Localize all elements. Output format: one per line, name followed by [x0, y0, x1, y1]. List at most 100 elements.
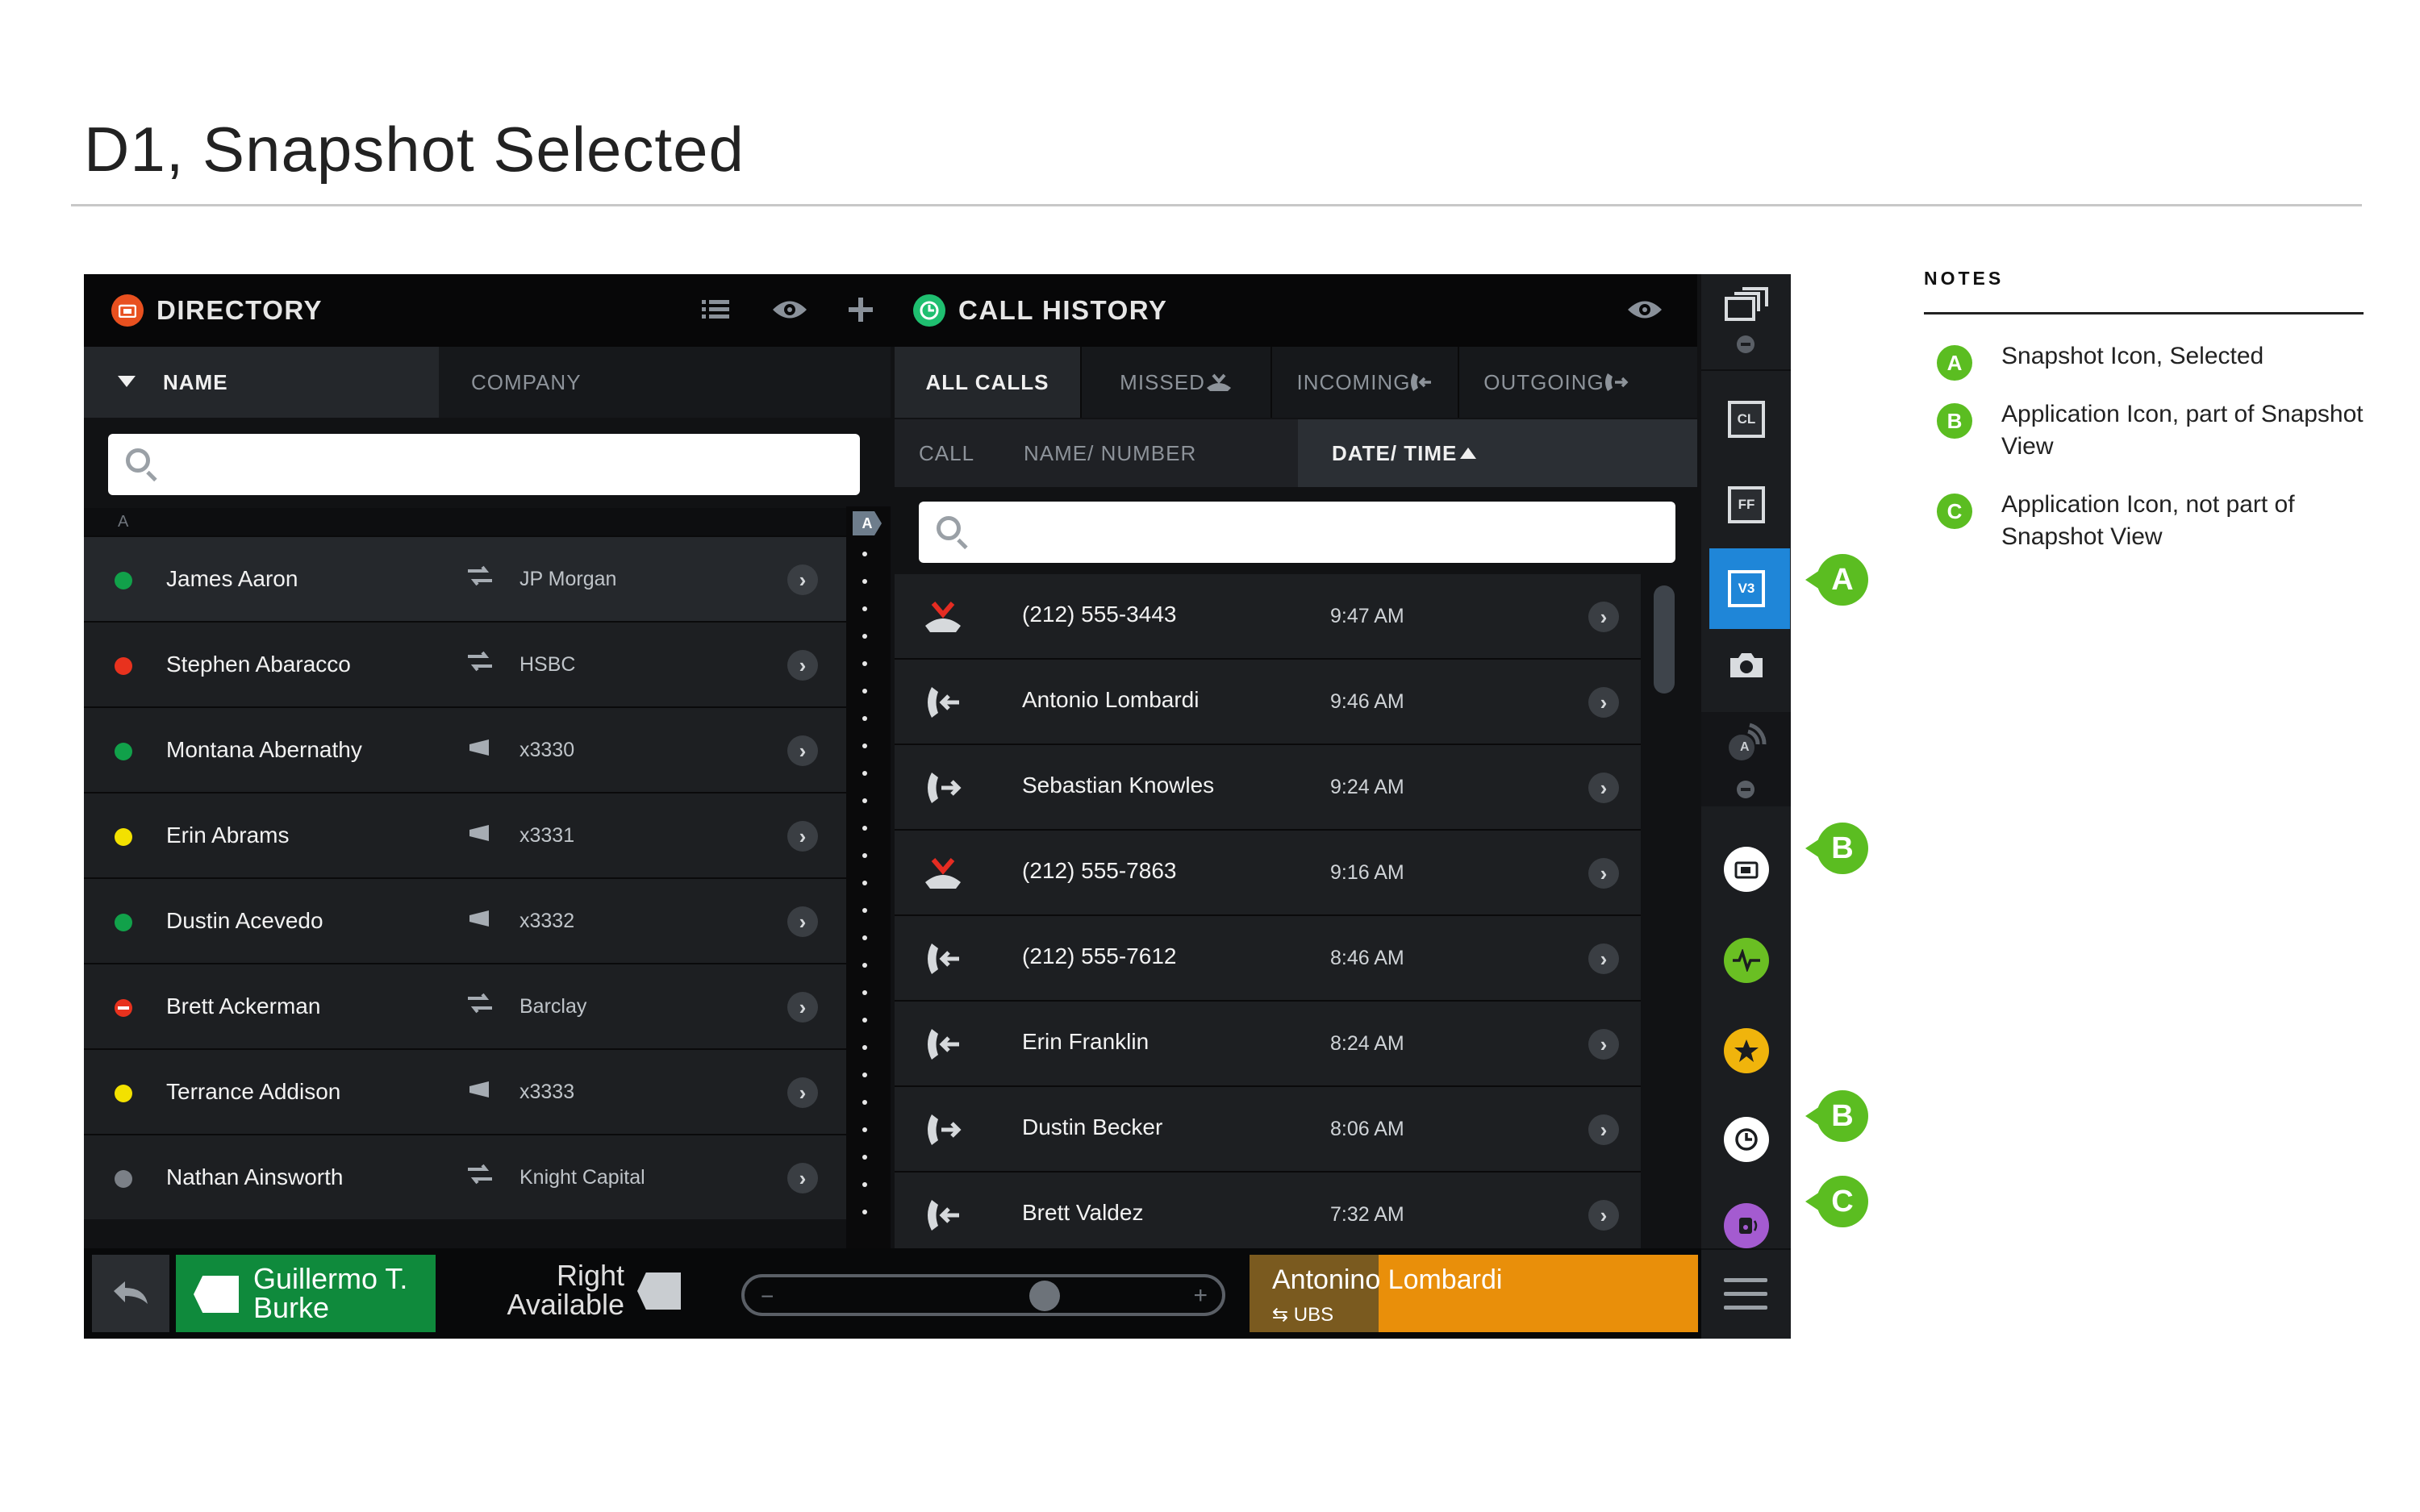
alphabet-scrubber[interactable]: A	[846, 506, 891, 1248]
camera-icon[interactable]	[1709, 641, 1784, 689]
call-party: Erin Franklin	[1022, 1029, 1150, 1054]
chevron-right-icon[interactable]: ›	[1588, 1114, 1619, 1145]
list-view-icon[interactable]	[702, 294, 729, 330]
incoming-call-icon	[922, 684, 964, 721]
annotation-marker-b: B	[1805, 1090, 1868, 1142]
chevron-right-icon[interactable]: ›	[1588, 1200, 1619, 1231]
slider-plus[interactable]: +	[1193, 1282, 1208, 1310]
directory-search-box[interactable]	[108, 434, 860, 495]
chevron-right-icon[interactable]: ›	[787, 1163, 818, 1193]
missed-call-icon	[922, 598, 964, 635]
chevron-right-icon[interactable]: ›	[787, 564, 818, 595]
tab-outgoing[interactable]: OUTGOING	[1459, 347, 1653, 418]
call-history-app-button[interactable]	[1709, 1113, 1784, 1166]
chevron-right-icon[interactable]: ›	[1588, 687, 1619, 718]
alphabet-dot	[862, 1018, 867, 1023]
column-call[interactable]: CALL	[919, 419, 974, 487]
list-item[interactable]: Montana Abernathy x3330 ›	[84, 706, 846, 792]
search-icon	[126, 448, 150, 473]
chevron-right-icon[interactable]: ›	[1588, 1029, 1619, 1060]
table-row[interactable]: (212) 555-7863 9:16 AM ›	[895, 831, 1641, 916]
column-date-time[interactable]: DATE/ TIME	[1298, 419, 1697, 487]
snapshot-v3-button[interactable]: V3	[1709, 556, 1784, 621]
table-row[interactable]: Brett Valdez 7:32 AM ›	[895, 1173, 1641, 1248]
snapshot-ff-button[interactable]: FF	[1709, 473, 1784, 537]
directory-app-icon	[111, 294, 144, 327]
pulse-icon	[1724, 938, 1769, 983]
trade-icon	[468, 565, 492, 593]
list-item[interactable]: Stephen Abaracco HSBC ›	[84, 621, 846, 706]
call-history-search-box[interactable]	[919, 502, 1675, 563]
status-away-icon	[115, 828, 132, 846]
remove-icon[interactable]	[1737, 335, 1754, 353]
list-item[interactable]: Brett Ackerman Barclay ›	[84, 963, 846, 1048]
outgoing-call-icon	[922, 1111, 964, 1148]
snapshot-cl-button[interactable]: CL	[1709, 387, 1784, 452]
table-row[interactable]: Antonio Lombardi 9:46 AM ›	[895, 660, 1641, 745]
list-item[interactable]: Dustin Acevedo x3332 ›	[84, 877, 846, 963]
volume-slider[interactable]: − +	[741, 1274, 1225, 1316]
back-button[interactable]	[92, 1255, 169, 1332]
table-row[interactable]: Dustin Becker 8:06 AM ›	[895, 1087, 1641, 1173]
speaker-icon	[1724, 1203, 1769, 1248]
eye-icon[interactable]	[1626, 294, 1663, 330]
chevron-right-icon[interactable]: ›	[787, 735, 818, 766]
alphabet-dot	[862, 606, 867, 611]
eye-icon[interactable]	[771, 294, 808, 330]
chevron-right-icon[interactable]: ›	[1588, 602, 1619, 632]
trading-app-window: DIRECTORY CALL HISTORY NAME COMPANY A Ja…	[84, 274, 1791, 1339]
table-row[interactable]: (212) 555-7612 8:46 AM ›	[895, 916, 1641, 1002]
table-row[interactable]: Sebastian Knowles 9:24 AM ›	[895, 745, 1641, 831]
chevron-right-icon[interactable]: ›	[1588, 943, 1619, 974]
snapshot-stack-icon[interactable]	[1709, 281, 1784, 329]
tab-all-calls[interactable]: ALL CALLS	[895, 347, 1082, 418]
contact-extension: x3330	[519, 738, 575, 761]
remove-icon[interactable]	[1737, 781, 1754, 798]
right-line-availability: Available	[507, 1288, 624, 1321]
alphabet-dot	[862, 716, 867, 721]
missed-call-icon	[922, 855, 964, 892]
add-contact-icon[interactable]	[849, 294, 873, 330]
directory-search-input[interactable]	[165, 434, 844, 495]
directory-header: DIRECTORY	[84, 274, 891, 347]
table-row[interactable]: (212) 555-3443 9:47 AM ›	[895, 574, 1641, 660]
held-call-card[interactable]: Antonino Lombardi ⇆ UBS	[1250, 1255, 1698, 1332]
chevron-right-icon[interactable]: ›	[787, 821, 818, 852]
incoming-call-icon	[1411, 373, 1432, 391]
list-item[interactable]: Erin Abrams x3331 ›	[84, 792, 846, 877]
directory-list: James Aaron JP Morgan › Stephen Abaracco…	[84, 535, 846, 1219]
notes-panel: NOTES A Snapshot Icon, Selected B Applic…	[1924, 268, 2364, 553]
alphabet-dot	[862, 963, 867, 968]
directory-app-button[interactable]	[1709, 843, 1784, 896]
chevron-right-icon[interactable]: ›	[1588, 858, 1619, 889]
tab-name[interactable]: NAME	[84, 347, 439, 418]
active-call-line2: Burke	[253, 1291, 330, 1324]
tab-incoming[interactable]: INCOMING	[1272, 347, 1459, 418]
call-history-app-icon	[913, 294, 945, 327]
call-history-search-area	[895, 487, 1697, 573]
call-history-search-input[interactable]	[975, 502, 1659, 563]
chevron-right-icon[interactable]: ›	[787, 650, 818, 681]
table-row[interactable]: Erin Franklin 8:24 AM ›	[895, 1002, 1641, 1087]
voice-app-button[interactable]	[1709, 1199, 1784, 1252]
right-line-tag-icon[interactable]	[637, 1272, 681, 1310]
chevron-right-icon[interactable]: ›	[787, 1077, 818, 1108]
call-history-scrollbar[interactable]	[1654, 585, 1675, 694]
column-name-number[interactable]: NAME/ NUMBER	[1024, 419, 1196, 487]
chevron-right-icon[interactable]: ›	[1588, 773, 1619, 803]
slider-knob[interactable]	[1029, 1281, 1061, 1311]
chevron-right-icon[interactable]: ›	[787, 992, 818, 1023]
note-c: C Application Icon, not part of Snapshot…	[1924, 489, 2364, 553]
list-item[interactable]: Terrance Addison x3333 ›	[84, 1048, 846, 1134]
list-item[interactable]: Nathan Ainsworth Knight Capital ›	[84, 1134, 846, 1219]
activity-app-button[interactable]	[1709, 934, 1784, 987]
list-item[interactable]: James Aaron JP Morgan ›	[84, 535, 846, 621]
app-launcher-rail: CL FF V3 A	[1701, 274, 1791, 1339]
slider-minus[interactable]: −	[761, 1284, 774, 1310]
hamburger-menu-icon[interactable]	[1724, 1278, 1767, 1319]
tab-missed[interactable]: MISSED	[1082, 347, 1272, 418]
tab-company[interactable]: COMPANY	[440, 347, 891, 418]
chevron-right-icon[interactable]: ›	[787, 906, 818, 937]
active-call-card[interactable]: Guillermo T. Burke	[176, 1255, 436, 1332]
favorites-app-button[interactable]	[1709, 1024, 1784, 1077]
